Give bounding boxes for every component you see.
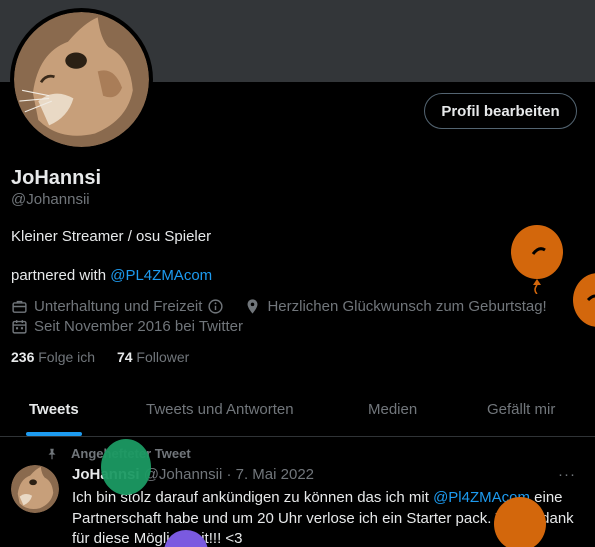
followers-label: Follower — [136, 349, 190, 365]
display-name: JoHannsi — [11, 167, 102, 189]
bio-prefix: partnered with — [11, 267, 111, 284]
location-text: Herzlichen Glückwunsch zum Geburtstag! — [267, 298, 547, 315]
following-count: 236 — [11, 349, 35, 365]
tab-likes[interactable]: Gefällt mir — [487, 383, 555, 436]
location-pin-icon — [244, 298, 261, 315]
pin-icon — [48, 448, 56, 459]
tab-tweets-and-replies[interactable]: Tweets und Antworten — [146, 383, 294, 436]
cat-avatar-small-image — [11, 465, 59, 513]
tweet-handle-date[interactable]: @Johannsii · 7. Mai 2022 — [144, 466, 314, 483]
profile-meta-row-2: Seit November 2016 bei Twitter — [11, 318, 243, 335]
edit-profile-button[interactable]: Profil bearbeiten — [424, 93, 577, 129]
briefcase-icon — [11, 298, 28, 315]
profile-tabs: Tweets Tweets und Antworten Medien Gefäl… — [0, 383, 595, 437]
birthday-balloon-icon — [164, 530, 208, 547]
tab-tweets[interactable]: Tweets — [29, 383, 79, 436]
user-handle: @Johannsii — [11, 191, 90, 208]
calendar-icon — [11, 318, 28, 335]
joined-text: Seit November 2016 bei Twitter — [34, 318, 243, 335]
birthday-balloon-icon — [573, 273, 595, 327]
more-options-icon[interactable]: ··· — [558, 466, 576, 483]
bio-partner-link[interactable]: @PL4ZMAcom — [110, 267, 212, 284]
following-link[interactable]: 236 Folge ich — [11, 349, 95, 365]
following-label: Folge ich — [38, 349, 96, 365]
birthday-balloon-icon — [494, 497, 546, 547]
profile-meta-row-1: Unterhaltung und Freizeit Herzlichen Glü… — [11, 298, 547, 315]
active-tab-indicator — [26, 432, 82, 436]
category-text: Unterhaltung und Freizeit — [34, 298, 203, 315]
tweet-author-avatar[interactable] — [11, 465, 59, 513]
followers-count: 74 — [116, 349, 133, 365]
birthday-balloon-icon — [511, 225, 563, 294]
followers-link[interactable]: 74 Follower — [117, 349, 189, 365]
birthday-balloon-icon — [101, 439, 151, 495]
profile-avatar[interactable] — [10, 8, 153, 151]
follow-stats: 236 Folge ich 74 Follower — [11, 349, 189, 365]
info-icon[interactable] — [207, 298, 224, 315]
cat-avatar-image — [14, 12, 149, 147]
bio-line-1: Kleiner Streamer / osu Spieler — [11, 228, 212, 245]
tab-media[interactable]: Medien — [368, 383, 417, 436]
bio-line-2: partnered with @PL4ZMAcom — [11, 267, 212, 284]
